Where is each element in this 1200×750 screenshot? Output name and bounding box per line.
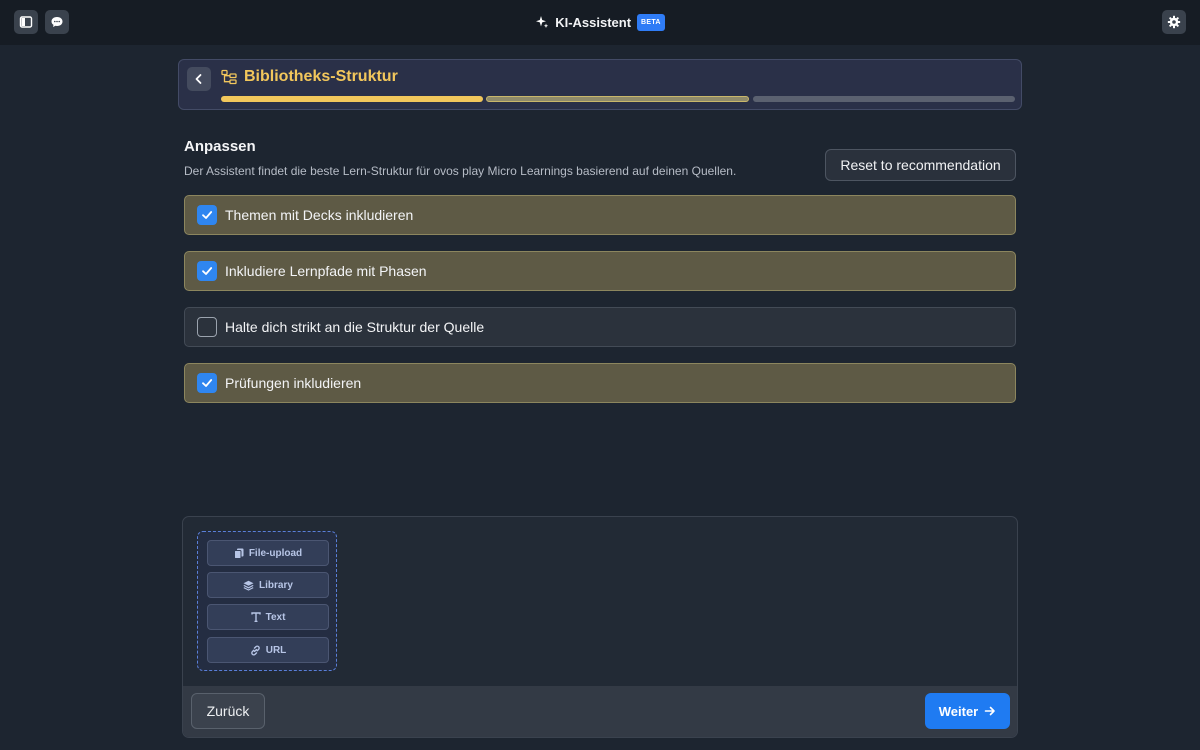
header-title: Bibliotheks-Struktur [221,68,398,86]
settings-button[interactable] [1162,10,1186,34]
library-label: Library [259,579,293,591]
top-bar: KI-Assistent BETA [0,0,1200,45]
option-label: Themen mit Decks inkludieren [225,207,414,223]
app-title-text: KI-Assistent [555,14,632,30]
option-topics-decks[interactable]: Themen mit Decks inkludieren [184,195,1016,235]
panel-footer: Zurück Weiter [183,686,1017,737]
option-learning-paths[interactable]: Inkludiere Lernpfade mit Phasen [184,251,1016,291]
text-icon [250,612,261,622]
text-label: Text [265,611,286,623]
beta-badge: BETA [637,13,665,31]
option-exams[interactable]: Prüfungen inkludieren [184,363,1016,403]
url-button[interactable]: URL [207,637,329,663]
checkmark-icon [202,267,213,275]
step-header: Bibliotheks-Struktur [178,59,1022,110]
layers-icon [243,580,254,591]
checkbox-checked[interactable] [197,205,217,225]
option-label: Prüfungen inkludieren [225,375,362,391]
files-icon [233,548,244,559]
reset-recommendation-button[interactable]: Reset to recommendation [825,149,1016,181]
option-strict-source-structure[interactable]: Halte dich strikt an die Struktur der Qu… [184,307,1016,347]
progress-step-2 [486,96,749,102]
next-label: Weiter [938,703,979,719]
checkmark-icon [202,379,213,387]
link-icon [250,645,260,655]
checkbox-unchecked[interactable] [197,317,217,337]
section-description: Der Assistent findet die beste Lern-Stru… [184,164,737,178]
file-upload-label: File-upload [248,547,303,559]
checkbox-checked[interactable] [197,261,217,281]
checkmark-icon [202,211,213,219]
source-panel: File-upload Library Text URL Zurück Weit… [182,516,1018,738]
sparkle-icon [536,16,549,28]
progress-step-3 [753,96,1015,102]
arrow-right-icon [984,706,996,716]
url-label: URL [265,644,287,656]
option-label: Inkludiere Lernpfade mit Phasen [225,263,427,279]
back-button[interactable]: Zurück [191,693,265,729]
header-title-text: Bibliotheks-Struktur [244,68,398,85]
chevron-left-icon [195,74,202,84]
text-button[interactable]: Text [207,604,329,630]
file-upload-button[interactable]: File-upload [207,540,329,566]
checkbox-checked[interactable] [197,373,217,393]
app-title: KI-Assistent BETA [0,12,1200,32]
source-dropzone[interactable]: File-upload Library Text URL [197,531,337,671]
option-label: Halte dich strikt an die Struktur der Qu… [225,319,485,335]
structure-icon [221,69,237,85]
library-button[interactable]: Library [207,572,329,598]
gear-icon [1167,15,1181,29]
progress-step-1 [221,96,483,102]
next-button[interactable]: Weiter [925,693,1010,729]
header-back-button[interactable] [187,67,211,91]
section-title: Anpassen [184,138,256,155]
